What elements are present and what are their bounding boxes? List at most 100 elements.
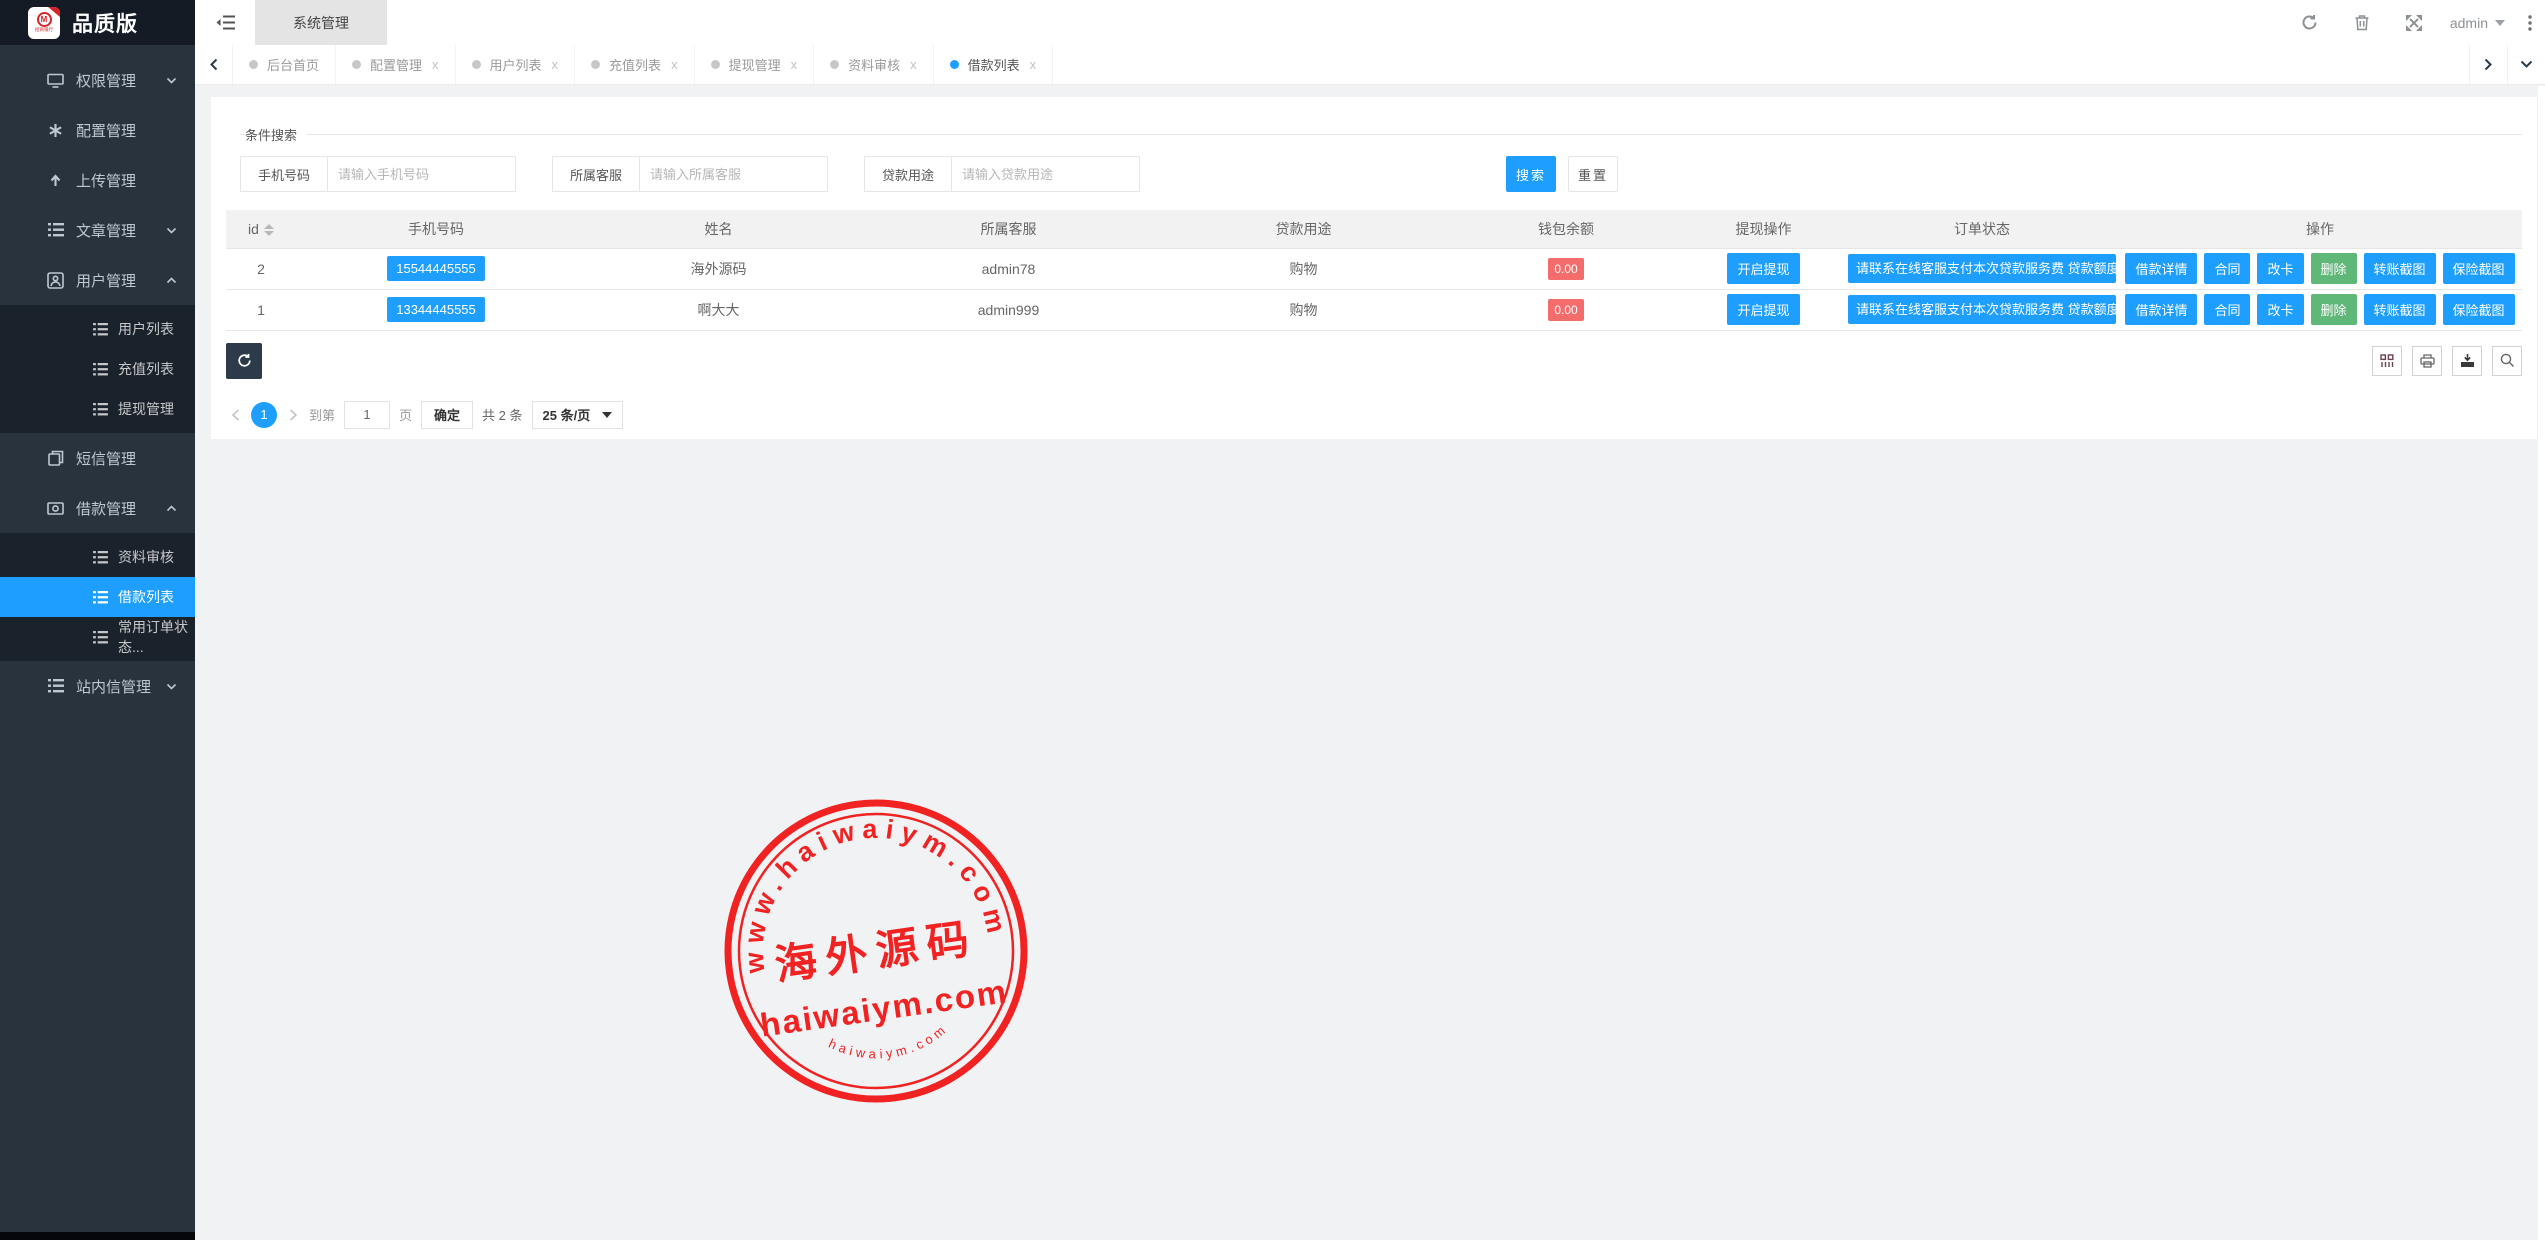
page-size-select[interactable]: 25 条/页 xyxy=(532,401,624,429)
phone-badge[interactable]: 13344445555 xyxy=(387,297,485,322)
contract-button[interactable]: 合同 xyxy=(2204,253,2250,284)
col-id[interactable]: id xyxy=(226,210,296,248)
app-title: 品质版 xyxy=(72,8,138,38)
phone-badge[interactable]: 15544445555 xyxy=(387,256,485,281)
tabs-menu-icon[interactable] xyxy=(2507,45,2545,84)
svg-text:haiwaiym.com: haiwaiym.com xyxy=(825,1019,954,1069)
table-row: 1 13344445555 啊大大 admin999 购物 0.00 开启提现 … xyxy=(226,289,2522,330)
contract-button[interactable]: 合同 xyxy=(2204,294,2250,325)
row-actions: 借款详情 合同 改卡 删除 转账截图 保险截图 xyxy=(2118,294,2522,325)
caret-down-icon xyxy=(602,412,612,418)
prev-page-icon[interactable] xyxy=(228,408,242,422)
order-status-button[interactable]: 请联系在线客服支付本次贷款服务费 贷款额度*0.05 xyxy=(1848,254,2116,283)
tab-recharge-list[interactable]: 充值列表 x xyxy=(575,45,695,84)
content-area: 条件搜索 手机号码 所属客服 贷款用途 搜索 重置 xyxy=(195,86,2545,1240)
transfer-shot-button[interactable]: 转账截图 xyxy=(2364,294,2436,325)
goto-suffix: 页 xyxy=(399,405,412,424)
tab-home[interactable]: 后台首页 xyxy=(233,45,336,84)
phone-input[interactable] xyxy=(328,156,516,192)
col-balance: 钱包余额 xyxy=(1451,210,1681,248)
enable-withdraw-button[interactable]: 开启提现 xyxy=(1727,294,1799,325)
insurance-shot-button[interactable]: 保险截图 xyxy=(2443,294,2515,325)
tabs-scroll-left-icon[interactable] xyxy=(195,45,233,84)
sidebar-item-withdraw-manage[interactable]: 提现管理 xyxy=(0,389,195,429)
tab-close-icon[interactable]: x xyxy=(552,57,559,72)
agent-input[interactable] xyxy=(640,156,828,192)
reset-button[interactable]: 重置 xyxy=(1568,156,1618,192)
goto-page-input[interactable] xyxy=(344,401,390,429)
transfer-shot-button[interactable]: 转账截图 xyxy=(2364,253,2436,284)
print-icon[interactable] xyxy=(2412,346,2442,376)
enable-withdraw-button[interactable]: 开启提现 xyxy=(1727,253,1799,284)
bank-emblem-icon: M xyxy=(37,12,52,27)
chevron-up-icon xyxy=(166,275,177,286)
bank-name-text: 招商银行 xyxy=(35,27,53,32)
insurance-shot-button[interactable]: 保险截图 xyxy=(2443,253,2515,284)
change-card-button[interactable]: 改卡 xyxy=(2257,253,2303,284)
table-refresh-button[interactable] xyxy=(226,343,262,379)
search-magnifier-icon[interactable] xyxy=(2492,346,2522,376)
goto-prefix: 到第 xyxy=(309,405,335,424)
tab-user-list[interactable]: 用户列表 x xyxy=(456,45,576,84)
app-root: M 招商银行 品质版 权限管理 配置管理 上传管理 xyxy=(0,0,2545,1240)
col-status: 订单状态 xyxy=(1846,210,2118,248)
loan-detail-button[interactable]: 借款详情 xyxy=(2125,253,2197,284)
table-toolbar xyxy=(226,343,2522,379)
tab-config[interactable]: 配置管理 x xyxy=(336,45,456,84)
export-icon[interactable] xyxy=(2452,346,2482,376)
row-actions: 借款详情 合同 改卡 删除 转账截图 保险截图 xyxy=(2118,253,2522,284)
next-page-icon[interactable] xyxy=(286,408,300,422)
change-card-button[interactable]: 改卡 xyxy=(2257,294,2303,325)
sidebar-item-audit[interactable]: 资料审核 xyxy=(0,537,195,577)
search-fieldset: 条件搜索 xyxy=(240,125,2522,144)
tabs-scroll-right-icon[interactable] xyxy=(2469,45,2507,84)
tab-close-icon[interactable]: x xyxy=(791,57,798,72)
sidebar-item-order-status[interactable]: 常用订单状态... xyxy=(0,617,195,657)
sidebar-item-loan-list[interactable]: 借款列表 xyxy=(0,577,195,617)
tab-dot-icon xyxy=(950,60,959,69)
tab-loan-list[interactable]: 借款列表 x xyxy=(934,45,1054,84)
refresh-icon[interactable] xyxy=(2284,0,2336,45)
sidebar-item-user[interactable]: 用户管理 xyxy=(0,255,195,305)
delete-button[interactable]: 删除 xyxy=(2311,294,2357,325)
topbar-actions: admin xyxy=(2284,0,2545,45)
tab-dot-icon xyxy=(591,60,600,69)
tab-audit[interactable]: 资料审核 x xyxy=(814,45,934,84)
cell-id: 2 xyxy=(226,248,296,289)
order-status-button[interactable]: 请联系在线客服支付本次贷款服务费 贷款额度*0.05 xyxy=(1848,295,2116,324)
col-ops: 操作 xyxy=(2118,210,2522,248)
monitor-icon xyxy=(47,72,64,89)
sidebar-item-config[interactable]: 配置管理 xyxy=(0,105,195,155)
tab-close-icon[interactable]: x xyxy=(910,57,917,72)
sidebar-item-message[interactable]: 站内信管理 xyxy=(0,661,195,711)
delete-button[interactable]: 删除 xyxy=(2311,253,2357,284)
more-menu-icon[interactable] xyxy=(2515,0,2545,45)
topbar-tab-system[interactable]: 系统管理 xyxy=(255,0,387,45)
tab-close-icon[interactable]: x xyxy=(1030,57,1037,72)
sidebar-item-recharge-list[interactable]: 充值列表 xyxy=(0,349,195,389)
scrollbar[interactable] xyxy=(2538,86,2545,1240)
tab-close-icon[interactable]: x xyxy=(671,57,678,72)
sidebar-item-loan[interactable]: 借款管理 xyxy=(0,483,195,533)
sidebar-item-article[interactable]: 文章管理 xyxy=(0,205,195,255)
goto-confirm-button[interactable]: 确定 xyxy=(421,401,473,429)
filter-columns-icon[interactable] xyxy=(2372,346,2402,376)
purpose-input[interactable] xyxy=(952,156,1140,192)
sidebar-item-permission[interactable]: 权限管理 xyxy=(0,55,195,105)
sidebar-item-user-list[interactable]: 用户列表 xyxy=(0,309,195,349)
fullscreen-icon[interactable] xyxy=(2388,0,2440,45)
sidebar-item-upload[interactable]: 上传管理 xyxy=(0,155,195,205)
user-menu[interactable]: admin xyxy=(2440,15,2515,31)
tab-close-icon[interactable]: x xyxy=(432,57,439,72)
table-tools xyxy=(2372,346,2522,376)
trash-icon[interactable] xyxy=(2336,0,2388,45)
list-icon xyxy=(47,222,64,239)
sidebar-item-sms[interactable]: 短信管理 xyxy=(0,433,195,483)
page-number[interactable]: 1 xyxy=(251,402,277,428)
sort-icon[interactable] xyxy=(264,224,274,236)
loan-detail-button[interactable]: 借款详情 xyxy=(2125,294,2197,325)
cell-id: 1 xyxy=(226,289,296,330)
search-button[interactable]: 搜索 xyxy=(1506,156,1556,192)
collapse-sidebar-button[interactable] xyxy=(195,0,255,45)
tab-withdraw-manage[interactable]: 提现管理 x xyxy=(695,45,815,84)
